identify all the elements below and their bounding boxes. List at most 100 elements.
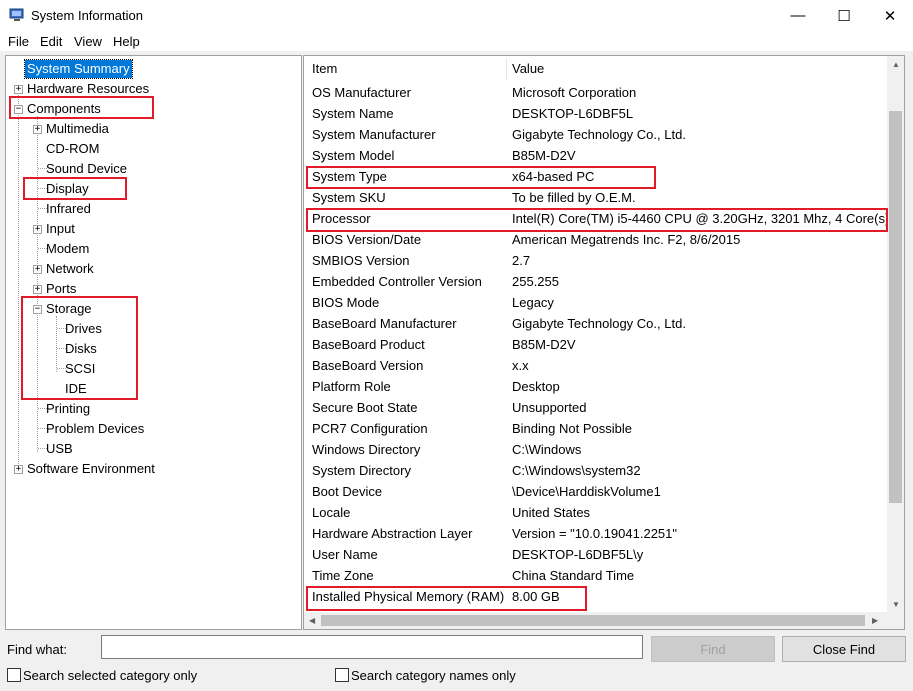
tree-item-display[interactable]: Display bbox=[44, 180, 91, 198]
tree-item-label: SCSI bbox=[65, 361, 96, 376]
table-row[interactable]: BaseBoard Version x.x bbox=[304, 355, 887, 376]
row-value: x.x bbox=[512, 358, 529, 373]
tree-item-printing[interactable]: Printing bbox=[44, 400, 92, 418]
search-names-checkbox[interactable] bbox=[335, 668, 349, 682]
table-row[interactable]: System Model B85M-D2V bbox=[304, 145, 887, 166]
tree-item-components[interactable]: Components bbox=[25, 100, 103, 118]
column-header-item[interactable]: Item bbox=[312, 56, 337, 82]
system-information-icon bbox=[9, 8, 24, 21]
tree-item-multimedia[interactable]: Multimedia bbox=[44, 120, 111, 138]
table-row[interactable]: BaseBoard Manufacturer Gigabyte Technolog… bbox=[304, 313, 887, 334]
tree-item-label: Problem Devices bbox=[46, 421, 145, 436]
table-row[interactable]: Platform Role Desktop bbox=[304, 376, 887, 397]
tree-item-ide[interactable]: IDE bbox=[63, 380, 89, 398]
tree-item-cd-rom[interactable]: CD-ROM bbox=[44, 140, 101, 158]
column-header-value[interactable]: Value bbox=[512, 56, 544, 82]
tree-item-label: Input bbox=[46, 221, 75, 236]
horizontal-scrollbar[interactable]: ◀ ▶ bbox=[304, 612, 887, 629]
menu-file[interactable]: File bbox=[8, 34, 29, 49]
table-row[interactable]: Hardware Abstraction Layer Version = "10.… bbox=[304, 523, 887, 544]
details-grid[interactable]: Item Value OS Manufacturer Microsoft Corp… bbox=[303, 55, 905, 630]
tree-item-label: Display bbox=[46, 181, 89, 196]
close-button[interactable]: ✕ bbox=[867, 0, 913, 31]
menu-edit[interactable]: Edit bbox=[40, 34, 62, 49]
table-row[interactable]: System Manufacturer Gigabyte Technology C… bbox=[304, 124, 887, 145]
search-names-label[interactable]: Search category names only bbox=[351, 668, 516, 683]
expand-icon[interactable]: + bbox=[33, 265, 42, 274]
row-item: SMBIOS Version bbox=[312, 253, 410, 268]
table-row[interactable]: System Directory C:\Windows\system32 bbox=[304, 460, 887, 481]
horizontal-scroll-thumb[interactable] bbox=[321, 615, 865, 626]
expand-icon[interactable]: + bbox=[14, 85, 23, 94]
vertical-scroll-thumb[interactable] bbox=[889, 111, 902, 503]
tree-item-label: IDE bbox=[65, 381, 87, 396]
expand-icon[interactable]: + bbox=[33, 125, 42, 134]
menu-help[interactable]: Help bbox=[113, 34, 140, 49]
tree-item-software-environment[interactable]: Software Environment bbox=[25, 460, 157, 478]
find-input[interactable] bbox=[101, 635, 643, 659]
tree-item-problem-devices[interactable]: Problem Devices bbox=[44, 420, 146, 438]
search-selected-checkbox[interactable] bbox=[7, 668, 21, 682]
minimize-button[interactable]: — bbox=[775, 0, 821, 31]
expand-icon[interactable]: + bbox=[14, 465, 23, 474]
tree-item-sound-device[interactable]: Sound Device bbox=[44, 160, 129, 178]
scroll-right-icon[interactable]: ▶ bbox=[872, 616, 878, 625]
collapse-icon[interactable]: − bbox=[33, 305, 42, 314]
row-item: Installed Physical Memory (RAM) bbox=[312, 589, 505, 604]
maximize-button[interactable]: ☐ bbox=[821, 0, 867, 31]
tree-item-label: Hardware Resources bbox=[27, 81, 150, 96]
tree-item-label: Ports bbox=[46, 281, 77, 296]
menu-view[interactable]: View bbox=[74, 34, 102, 49]
search-selected-label[interactable]: Search selected category only bbox=[23, 668, 197, 683]
tree-item-ports[interactable]: Ports bbox=[44, 280, 78, 298]
tree-item-input[interactable]: Input bbox=[44, 220, 77, 238]
tree-item-label: Network bbox=[46, 261, 94, 276]
table-row[interactable]: BaseBoard Product B85M-D2V bbox=[304, 334, 887, 355]
table-row[interactable]: Embedded Controller Version 255.255 bbox=[304, 271, 887, 292]
table-row[interactable]: OS Manufacturer Microsoft Corporation bbox=[304, 82, 887, 103]
table-row[interactable]: Windows Directory C:\Windows bbox=[304, 439, 887, 460]
table-row[interactable]: Time Zone China Standard Time bbox=[304, 565, 887, 586]
table-row[interactable]: System Name DESKTOP-L6DBF5L bbox=[304, 103, 887, 124]
category-tree[interactable]: System Summary Hardware Resources + Compone… bbox=[5, 55, 302, 630]
tree-item-network[interactable]: Network bbox=[44, 260, 96, 278]
tree-item-hardware-resources[interactable]: Hardware Resources bbox=[25, 80, 151, 98]
row-item: BaseBoard Manufacturer bbox=[312, 316, 457, 331]
table-row[interactable]: BIOS Version/Date American Megatrends Inc… bbox=[304, 229, 887, 250]
tree-item-disks[interactable]: Disks bbox=[63, 340, 99, 358]
expand-icon[interactable]: + bbox=[33, 225, 42, 234]
tree-item-infrared[interactable]: Infrared bbox=[44, 200, 93, 218]
scroll-left-icon[interactable]: ◀ bbox=[309, 616, 315, 625]
table-row[interactable]: Installed Physical Memory (RAM) 8.00 GB bbox=[304, 586, 887, 607]
column-divider[interactable] bbox=[506, 58, 507, 80]
vertical-scrollbar[interactable]: ▲ ▼ bbox=[887, 56, 904, 612]
tree-item-scsi[interactable]: SCSI bbox=[63, 360, 97, 378]
row-item: BaseBoard Product bbox=[312, 337, 425, 352]
table-row[interactable]: PCR7 Configuration Binding Not Possible bbox=[304, 418, 887, 439]
row-value: Intel(R) Core(TM) i5-4460 CPU @ 3.20GHz,… bbox=[512, 211, 904, 226]
row-value: \Device\HarddiskVolume1 bbox=[512, 484, 661, 499]
row-value: x64-based PC bbox=[512, 169, 595, 184]
table-row[interactable]: User Name DESKTOP-L6DBF5L\y bbox=[304, 544, 887, 565]
tree-item-usb[interactable]: USB bbox=[44, 440, 75, 458]
tree-item-drives[interactable]: Drives bbox=[63, 320, 104, 338]
collapse-icon[interactable]: − bbox=[14, 105, 23, 114]
tree-item-modem[interactable]: Modem bbox=[44, 240, 91, 258]
close-find-button[interactable]: Close Find bbox=[782, 636, 906, 662]
table-row[interactable]: Secure Boot State Unsupported bbox=[304, 397, 887, 418]
table-row[interactable]: Boot Device \Device\HarddiskVolume1 bbox=[304, 481, 887, 502]
table-row[interactable]: System SKU To be filled by O.E.M. bbox=[304, 187, 887, 208]
find-button[interactable]: Find bbox=[651, 636, 775, 662]
expand-icon[interactable]: + bbox=[33, 285, 42, 294]
table-row[interactable]: System Type x64-based PC bbox=[304, 166, 887, 187]
tree-item-storage[interactable]: Storage bbox=[44, 300, 94, 318]
table-row[interactable]: BIOS Mode Legacy bbox=[304, 292, 887, 313]
scroll-down-icon[interactable]: ▼ bbox=[892, 600, 900, 609]
tree-item-label: Multimedia bbox=[46, 121, 109, 136]
table-row[interactable]: SMBIOS Version 2.7 bbox=[304, 250, 887, 271]
row-value: Legacy bbox=[512, 295, 554, 310]
table-row[interactable]: Processor Intel(R) Core(TM) i5-4460 CPU @… bbox=[304, 208, 904, 229]
scroll-up-icon[interactable]: ▲ bbox=[892, 60, 900, 69]
table-row[interactable]: Locale United States bbox=[304, 502, 887, 523]
tree-item-system-summary[interactable]: System Summary bbox=[24, 59, 133, 79]
